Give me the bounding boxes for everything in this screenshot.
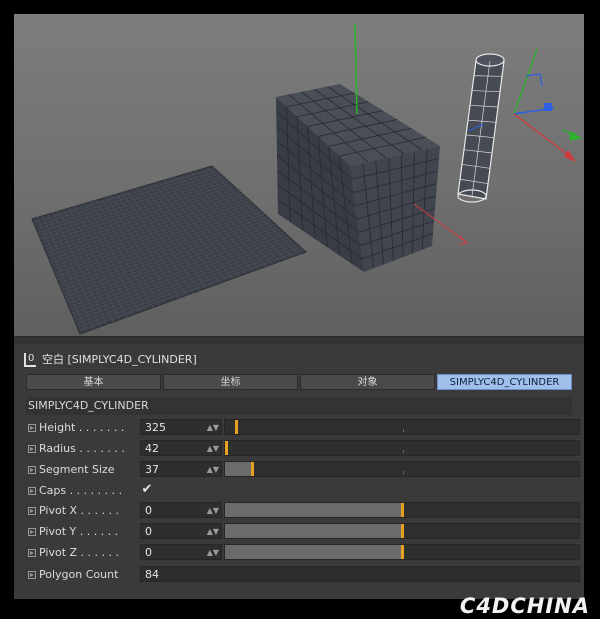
animate-toggle-icon[interactable] xyxy=(28,445,36,453)
param-pivot-y: Pivot Y . . . . . . 0 ▲▼ xyxy=(26,523,580,541)
pivot-x-slider-knob[interactable] xyxy=(401,503,404,517)
attribute-manager: 空白 [SIMPLYC4D_CYLINDER] 基本 坐标 对象 SIMPLYC… xyxy=(14,336,584,599)
height-label: Height . . . . . . . xyxy=(39,421,125,434)
height-slider-knob[interactable] xyxy=(235,420,238,434)
animate-toggle-icon[interactable] xyxy=(28,571,36,579)
cube-object[interactable] xyxy=(275,84,440,272)
pivot-z-input[interactable]: 0 ▲▼ xyxy=(140,544,222,560)
pivot-x-spinner-icon[interactable]: ▲▼ xyxy=(207,503,219,519)
pivot-y-input[interactable]: 0 ▲▼ xyxy=(140,523,222,539)
param-polygon-count: Polygon Count 84 xyxy=(26,566,580,584)
animate-toggle-icon[interactable] xyxy=(28,507,36,515)
tab-coordinates[interactable]: 坐标 xyxy=(163,374,298,390)
segment-size-label: Segment Size xyxy=(39,463,115,476)
object-title: 空白 [SIMPLYC4D_CYLINDER] xyxy=(42,353,197,366)
animate-toggle-icon[interactable] xyxy=(28,528,36,536)
caps-label: Caps . . . . . . . . xyxy=(39,484,123,497)
tab-object[interactable]: 对象 xyxy=(300,374,435,390)
tab-basic[interactable]: 基本 xyxy=(26,374,161,390)
pivot-x-slider[interactable] xyxy=(224,502,580,518)
pivot-x-input[interactable]: 0 ▲▼ xyxy=(140,502,222,518)
caps-checkbox[interactable]: ✔ xyxy=(140,483,154,497)
animate-toggle-icon[interactable] xyxy=(28,487,36,495)
pivot-z-label: Pivot Z . . . . . . xyxy=(39,546,119,559)
pivot-y-slider-knob[interactable] xyxy=(401,524,404,538)
radius-input[interactable]: 42 ▲▼ xyxy=(140,440,222,456)
object-header: 空白 [SIMPLYC4D_CYLINDER] xyxy=(24,350,197,369)
pivot-y-slider[interactable] xyxy=(224,523,580,539)
tab-simplyc4d-cylinder[interactable]: SIMPLYC4D_CYLINDER xyxy=(437,374,572,390)
height-slider[interactable] xyxy=(224,419,580,435)
pivot-y-spinner-icon[interactable]: ▲▼ xyxy=(207,524,219,540)
viewport-scene xyxy=(31,23,582,335)
cylinder-object[interactable] xyxy=(457,53,505,203)
3d-viewport[interactable] xyxy=(14,14,584,336)
pivot-z-slider-knob[interactable] xyxy=(401,545,404,559)
param-radius: Radius . . . . . . . 42 ▲▼ xyxy=(26,440,580,458)
param-caps: Caps . . . . . . . . ✔ xyxy=(26,482,572,500)
radius-slider[interactable] xyxy=(224,440,580,456)
pivot-y-label: Pivot Y . . . . . . xyxy=(39,525,119,538)
param-segment-size: Segment Size 37 ▲▼ xyxy=(26,461,580,479)
radius-label: Radius . . . . . . . xyxy=(39,442,125,455)
param-pivot-x: Pivot X . . . . . . 0 ▲▼ xyxy=(26,502,580,520)
height-input[interactable]: 325 ▲▼ xyxy=(140,419,222,435)
segment-size-input[interactable]: 37 ▲▼ xyxy=(140,461,222,477)
section-title: SIMPLYC4D_CYLINDER xyxy=(26,397,572,415)
polygon-count-label: Polygon Count xyxy=(39,568,119,581)
radius-slider-knob[interactable] xyxy=(225,441,228,455)
animate-toggle-icon[interactable] xyxy=(28,424,36,432)
param-height: Height . . . . . . . 325 ▲▼ xyxy=(26,419,580,437)
plane-object[interactable] xyxy=(31,165,307,335)
segment-size-slider[interactable] xyxy=(224,461,580,477)
height-spinner-icon[interactable]: ▲▼ xyxy=(207,420,219,436)
site-watermark: C4DCHINA xyxy=(459,594,590,618)
segment-size-slider-knob[interactable] xyxy=(251,462,254,476)
null-object-icon xyxy=(24,350,36,368)
pivot-z-spinner-icon[interactable]: ▲▼ xyxy=(207,545,219,561)
pivot-z-slider[interactable] xyxy=(224,544,580,560)
animate-toggle-icon[interactable] xyxy=(28,466,36,474)
param-pivot-z: Pivot Z . . . . . . 0 ▲▼ xyxy=(26,544,580,562)
attribute-tabs: 基本 坐标 对象 SIMPLYC4D_CYLINDER xyxy=(26,374,572,390)
segment-size-spinner-icon[interactable]: ▲▼ xyxy=(207,462,219,478)
panel-menu-strip xyxy=(14,337,584,344)
pivot-x-label: Pivot X . . . . . . xyxy=(39,504,119,517)
animate-toggle-icon[interactable] xyxy=(28,549,36,557)
polygon-count-value: 84 xyxy=(140,566,580,582)
radius-spinner-icon[interactable]: ▲▼ xyxy=(207,441,219,457)
